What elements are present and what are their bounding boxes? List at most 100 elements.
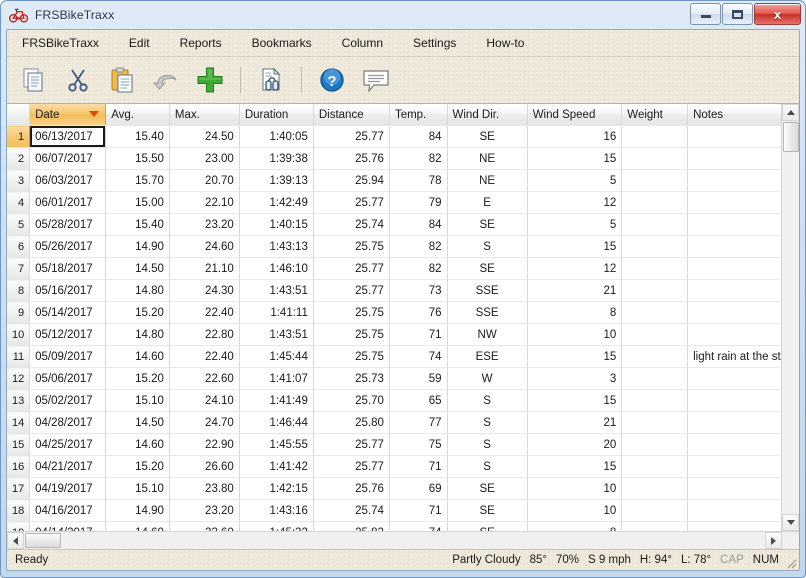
horizontal-scrollbar[interactable] — [7, 531, 799, 549]
table-row[interactable]: 605/26/201714.9024.601:43:1325.7582S15 — [7, 236, 791, 258]
column-header-max[interactable]: Max. — [169, 104, 239, 126]
cell-avg[interactable]: 14.60 — [106, 346, 170, 368]
cell-temp[interactable]: 82 — [389, 148, 447, 170]
cell-notes[interactable] — [688, 170, 791, 192]
cell-duration[interactable]: 1:40:05 — [239, 126, 313, 148]
column-header-wind_speed[interactable]: Wind Speed — [527, 104, 622, 126]
cell-max[interactable]: 20.70 — [169, 170, 239, 192]
cell-wind_dir[interactable]: SE — [447, 258, 527, 280]
table-row[interactable]: 1305/02/201715.1024.101:41:4925.7065S15 — [7, 390, 791, 412]
cell-notes[interactable] — [688, 280, 791, 302]
cell-notes[interactable] — [688, 412, 791, 434]
cell-temp[interactable]: 74 — [389, 522, 447, 532]
cell-max[interactable]: 22.10 — [169, 192, 239, 214]
row-header[interactable]: 1 — [7, 126, 30, 148]
cell-temp[interactable]: 71 — [389, 456, 447, 478]
cell-date[interactable]: 05/18/2017 — [30, 258, 106, 280]
cell-notes[interactable] — [688, 236, 791, 258]
cell-wind_dir[interactable]: SE — [447, 126, 527, 148]
cell-wind_speed[interactable]: 15 — [527, 346, 622, 368]
cell-max[interactable]: 24.60 — [169, 236, 239, 258]
cell-notes[interactable] — [688, 434, 791, 456]
cell-avg[interactable]: 15.20 — [106, 368, 170, 390]
row-header[interactable]: 14 — [7, 412, 30, 434]
cell-temp[interactable]: 76 — [389, 302, 447, 324]
menu-item-bookmarks[interactable]: Bookmarks — [239, 33, 325, 53]
cell-max[interactable]: 23.60 — [169, 522, 239, 532]
row-header[interactable]: 5 — [7, 214, 30, 236]
cell-max[interactable]: 23.80 — [169, 478, 239, 500]
cell-temp[interactable]: 65 — [389, 390, 447, 412]
cell-max[interactable]: 24.50 — [169, 126, 239, 148]
cell-weight[interactable] — [622, 192, 688, 214]
cell-avg[interactable]: 14.80 — [106, 280, 170, 302]
cell-max[interactable]: 24.70 — [169, 412, 239, 434]
cell-duration[interactable]: 1:39:38 — [239, 148, 313, 170]
menu-item-edit[interactable]: Edit — [116, 33, 163, 53]
vertical-scrollbar-thumb[interactable] — [783, 122, 799, 152]
cell-weight[interactable] — [622, 324, 688, 346]
menu-item-howto[interactable]: How-to — [473, 33, 537, 53]
cell-date[interactable]: 05/06/2017 — [30, 368, 106, 390]
column-header-distance[interactable]: Distance — [313, 104, 389, 126]
cell-date[interactable]: 05/16/2017 — [30, 280, 106, 302]
cell-wind_speed[interactable]: 15 — [527, 390, 622, 412]
cell-wind_speed[interactable]: 16 — [527, 126, 622, 148]
row-header[interactable]: 4 — [7, 192, 30, 214]
cell-duration[interactable]: 1:41:42 — [239, 456, 313, 478]
cell-wind_dir[interactable]: S — [447, 434, 527, 456]
table-row[interactable]: 106/13/201715.4024.501:40:0525.7784SE16 — [7, 126, 791, 148]
cell-duration[interactable]: 1:43:51 — [239, 280, 313, 302]
cell-date[interactable]: 05/09/2017 — [30, 346, 106, 368]
cell-max[interactable]: 22.90 — [169, 434, 239, 456]
row-header[interactable]: 11 — [7, 346, 30, 368]
resize-gripper-icon[interactable] — [784, 556, 797, 569]
cell-weight[interactable] — [622, 148, 688, 170]
cell-wind_dir[interactable]: NE — [447, 148, 527, 170]
cell-distance[interactable]: 25.74 — [313, 214, 389, 236]
cell-max[interactable]: 22.60 — [169, 368, 239, 390]
row-header[interactable]: 18 — [7, 500, 30, 522]
cell-weight[interactable] — [622, 500, 688, 522]
row-header[interactable]: 2 — [7, 148, 30, 170]
cell-distance[interactable]: 25.77 — [313, 126, 389, 148]
cell-weight[interactable] — [622, 302, 688, 324]
table-row[interactable]: 1105/09/201714.6022.401:45:4425.7574ESE1… — [7, 346, 791, 368]
cell-notes[interactable] — [688, 214, 791, 236]
cell-distance[interactable]: 25.77 — [313, 434, 389, 456]
cell-distance[interactable]: 25.75 — [313, 302, 389, 324]
cell-distance[interactable]: 25.75 — [313, 324, 389, 346]
cell-distance[interactable]: 25.94 — [313, 170, 389, 192]
cell-avg[interactable]: 14.60 — [106, 522, 170, 532]
table-row[interactable]: 1504/25/201714.6022.901:45:5525.7775S20 — [7, 434, 791, 456]
cell-wind_dir[interactable]: S — [447, 412, 527, 434]
cell-date[interactable]: 06/01/2017 — [30, 192, 106, 214]
row-header[interactable]: 3 — [7, 170, 30, 192]
cell-max[interactable]: 23.20 — [169, 214, 239, 236]
cell-notes[interactable] — [688, 258, 791, 280]
cell-notes[interactable] — [688, 456, 791, 478]
row-header[interactable]: 9 — [7, 302, 30, 324]
cell-wind_dir[interactable]: W — [447, 368, 527, 390]
cell-weight[interactable] — [622, 258, 688, 280]
cell-avg[interactable]: 15.40 — [106, 126, 170, 148]
column-header-temp[interactable]: Temp. — [389, 104, 447, 126]
row-header[interactable]: 7 — [7, 258, 30, 280]
vertical-scrollbar[interactable] — [781, 104, 799, 531]
cell-wind_dir[interactable]: E — [447, 192, 527, 214]
cell-wind_dir[interactable]: SE — [447, 214, 527, 236]
cell-date[interactable]: 04/19/2017 — [30, 478, 106, 500]
cell-weight[interactable] — [622, 434, 688, 456]
cell-max[interactable]: 24.30 — [169, 280, 239, 302]
row-header[interactable]: 6 — [7, 236, 30, 258]
menu-item-column[interactable]: Column — [329, 33, 396, 53]
cell-duration[interactable]: 1:43:51 — [239, 324, 313, 346]
table-row[interactable]: 406/01/201715.0022.101:42:4925.7779E12 — [7, 192, 791, 214]
row-header[interactable]: 13 — [7, 390, 30, 412]
scroll-left-button[interactable] — [7, 532, 24, 549]
find-button[interactable] — [250, 60, 292, 100]
cell-temp[interactable]: 78 — [389, 170, 447, 192]
cell-duration[interactable]: 1:43:13 — [239, 236, 313, 258]
cell-notes[interactable] — [688, 368, 791, 390]
table-row[interactable]: 1005/12/201714.8022.801:43:5125.7571NW10 — [7, 324, 791, 346]
